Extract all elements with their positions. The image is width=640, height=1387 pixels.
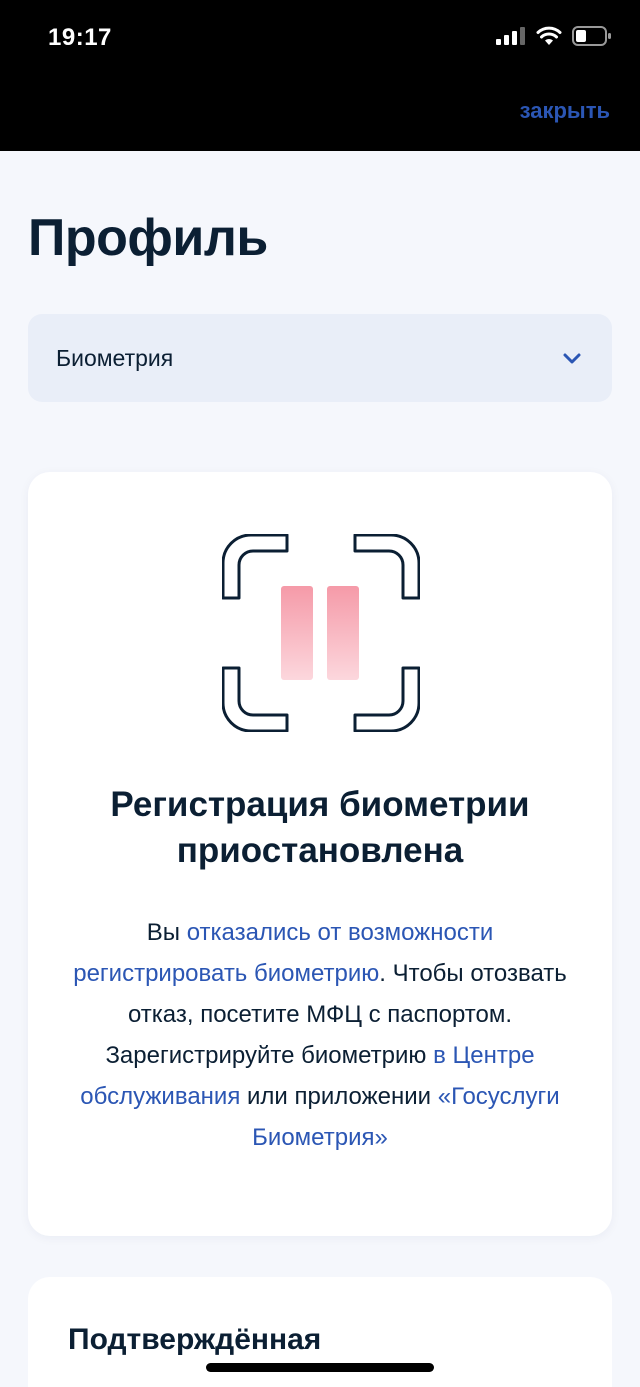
card-title-line-2: приостановлена (176, 831, 464, 870)
section-select[interactable]: Биометрия (28, 314, 612, 402)
wifi-icon (536, 26, 562, 45)
signal-icon (496, 27, 525, 45)
chevron-down-icon (563, 353, 581, 364)
description-text-1: Вы (146, 919, 187, 946)
battery-icon (572, 26, 611, 46)
confirmed-card-title: Подтверждённая (68, 1323, 322, 1356)
card-title: Регистрация биометрии приостановлена (52, 782, 588, 874)
home-indicator (206, 1363, 434, 1372)
face-scan-paused-icon (222, 534, 420, 732)
top-bar: 19:17 закрыть (0, 0, 640, 151)
status-icons (496, 26, 612, 46)
description-text-3: или приложении (240, 1083, 438, 1110)
biometry-status-card: Регистрация биометрии приостановлена Вы … (28, 472, 612, 1236)
status-time: 19:17 (48, 24, 112, 51)
card-title-line-1: Регистрация биометрии (110, 785, 530, 824)
section-select-value: Биометрия (56, 344, 174, 371)
card-description: Вы отказались от возможности регистриров… (68, 912, 572, 1158)
close-link[interactable]: закрыть (520, 98, 610, 124)
page-title: Профиль (28, 209, 268, 267)
